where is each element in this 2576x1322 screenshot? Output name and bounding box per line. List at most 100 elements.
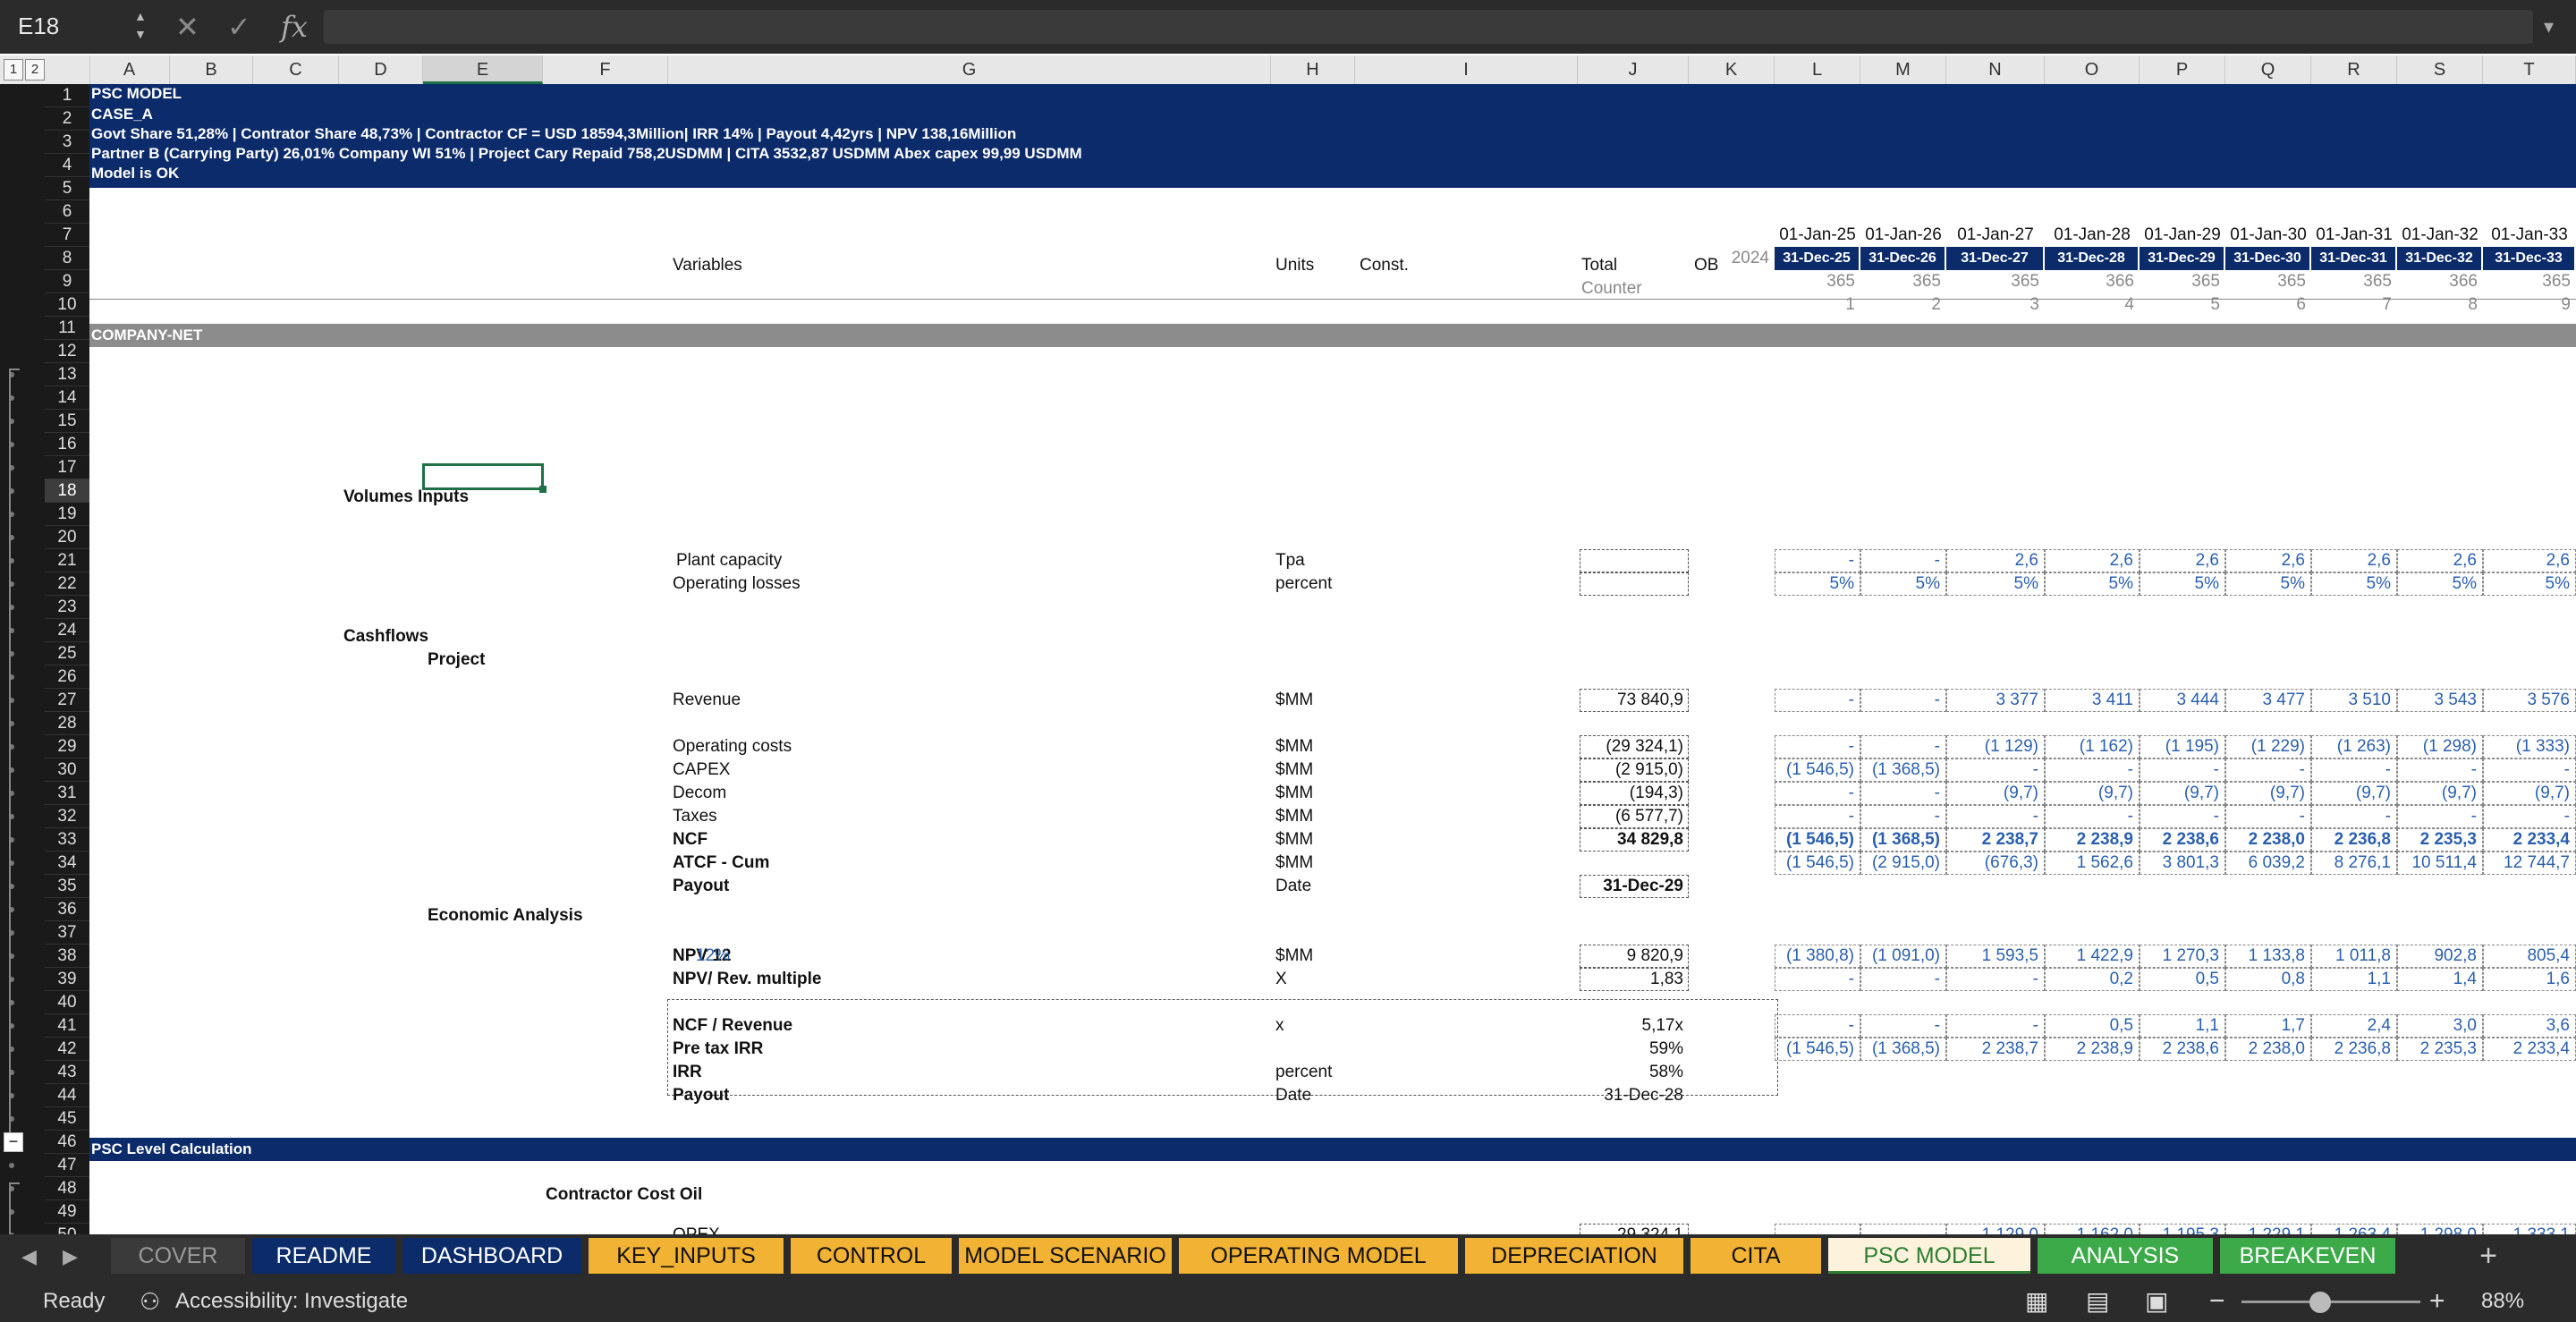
zoom-slider[interactable]: [2241, 1301, 2420, 1303]
enter-icon[interactable]: ✓: [227, 9, 251, 45]
period-value-cell[interactable]: 5%: [2311, 572, 2397, 596]
period-value-cell[interactable]: 1 270,3: [2140, 945, 2225, 968]
period-value-cell[interactable]: -: [1860, 1224, 1946, 1234]
row-header-14[interactable]: 14: [45, 386, 89, 410]
period-value-cell[interactable]: 1 195,3: [2140, 1224, 2225, 1234]
period-value-cell[interactable]: 0,5: [2045, 1014, 2140, 1038]
period-value-cell[interactable]: 0,2: [2045, 968, 2140, 991]
row-header-2[interactable]: 2: [45, 107, 89, 131]
period-value-cell[interactable]: 8 276,1: [2311, 852, 2397, 875]
zoom-level[interactable]: 88%: [2481, 1281, 2524, 1322]
period-value-cell[interactable]: 1 129,0: [1946, 1224, 2045, 1234]
row-header-49[interactable]: 49: [45, 1200, 89, 1224]
period-value-cell[interactable]: -: [1775, 735, 1860, 758]
row-header-39[interactable]: 39: [45, 968, 89, 991]
formula-input[interactable]: [324, 10, 2533, 44]
row-header-8[interactable]: 8: [45, 247, 89, 270]
row-header-20[interactable]: 20: [45, 526, 89, 549]
worksheet-grid[interactable]: PSC MODEL CASE_A Govt Share 51,28% | Con…: [89, 84, 2576, 1234]
period-value-cell[interactable]: (1 368,5): [1860, 758, 1946, 782]
zoom-slider-handle[interactable]: [2309, 1292, 2331, 1313]
row-header-16[interactable]: 16: [45, 433, 89, 456]
row-header-32[interactable]: 32: [45, 805, 89, 828]
period-value-cell[interactable]: 2 236,8: [2311, 1038, 2397, 1061]
period-value-cell[interactable]: 2 233,4: [2483, 828, 2576, 852]
period-value-cell[interactable]: -: [1775, 782, 1860, 805]
period-value-cell[interactable]: 1 298,0: [2397, 1224, 2483, 1234]
row-header-30[interactable]: 30: [45, 758, 89, 782]
period-value-cell[interactable]: 5%: [1860, 572, 1946, 596]
row-header-25[interactable]: 25: [45, 642, 89, 665]
period-value-cell[interactable]: 6 039,2: [2225, 852, 2311, 875]
period-value-cell[interactable]: -: [2483, 805, 2576, 828]
accessibility-status[interactable]: Accessibility: Investigate: [175, 1281, 408, 1322]
period-value-cell[interactable]: 3 801,3: [2140, 852, 2225, 875]
period-value-cell[interactable]: 1 562,6: [2045, 852, 2140, 875]
column-header-g[interactable]: G: [668, 55, 1271, 84]
period-value-cell[interactable]: 2 238,0: [2225, 828, 2311, 852]
period-value-cell[interactable]: -: [2397, 758, 2483, 782]
prev-sheet-icon[interactable]: ◀: [21, 1240, 37, 1274]
row-header-15[interactable]: 15: [45, 410, 89, 433]
period-value-cell[interactable]: -: [1775, 805, 1860, 828]
tab-breakeven[interactable]: BREAKEVEN: [2220, 1238, 2395, 1274]
tab-depreciation[interactable]: DEPRECIATION: [1465, 1238, 1683, 1274]
row-header-42[interactable]: 42: [45, 1038, 89, 1061]
period-value-cell[interactable]: (1 229): [2225, 735, 2311, 758]
period-value-cell[interactable]: (676,3): [1946, 852, 2045, 875]
row-header-40[interactable]: 40: [45, 991, 89, 1014]
column-header-m[interactable]: M: [1860, 55, 1946, 84]
period-value-cell[interactable]: 3,0: [2397, 1014, 2483, 1038]
period-value-cell[interactable]: 2 236,8: [2311, 828, 2397, 852]
period-value-cell[interactable]: 2 238,6: [2140, 1038, 2225, 1061]
tab-readme[interactable]: README: [252, 1238, 395, 1274]
row-header-31[interactable]: 31: [45, 782, 89, 805]
row-header-9[interactable]: 9: [45, 270, 89, 293]
period-value-cell[interactable]: 1 011,8: [2311, 945, 2397, 968]
period-value-cell[interactable]: 2,6: [2311, 549, 2397, 572]
period-value-cell[interactable]: (9,7): [2483, 782, 2576, 805]
zoom-out-icon[interactable]: −: [2209, 1281, 2225, 1322]
period-value-cell[interactable]: 2,6: [2225, 549, 2311, 572]
period-value-cell[interactable]: -: [1860, 968, 1946, 991]
fill-handle[interactable]: [539, 486, 547, 493]
accessibility-icon[interactable]: ⚇: [140, 1281, 160, 1322]
normal-view-icon[interactable]: ▦: [2025, 1281, 2048, 1322]
period-value-cell[interactable]: 3 477: [2225, 689, 2311, 712]
period-value-cell[interactable]: (1 546,5): [1775, 758, 1860, 782]
row-header-11[interactable]: 11: [45, 317, 89, 340]
period-value-cell[interactable]: (9,7): [2045, 782, 2140, 805]
period-value-cell[interactable]: 2 238,7: [1946, 1038, 2045, 1061]
row-header-7[interactable]: 7: [45, 224, 89, 247]
period-value-cell[interactable]: -: [1946, 968, 2045, 991]
column-header-k[interactable]: K: [1689, 55, 1775, 84]
period-value-cell[interactable]: -: [2140, 758, 2225, 782]
column-header-i[interactable]: I: [1355, 55, 1578, 84]
row-header-1[interactable]: 1: [45, 84, 89, 107]
period-value-cell[interactable]: -: [1775, 1224, 1860, 1234]
tab-dashboard[interactable]: DASHBOARD: [402, 1238, 581, 1274]
row-header-12[interactable]: 12: [45, 340, 89, 363]
row-header-4[interactable]: 4: [45, 154, 89, 177]
period-value-cell[interactable]: -: [1860, 1014, 1946, 1038]
period-value-cell[interactable]: -: [2225, 805, 2311, 828]
period-value-cell[interactable]: 1 263,4: [2311, 1224, 2397, 1234]
row-header-21[interactable]: 21: [45, 549, 89, 572]
row-header-41[interactable]: 41: [45, 1014, 89, 1038]
period-value-cell[interactable]: 1 333,1: [2483, 1224, 2576, 1234]
period-value-cell[interactable]: 1 162,0: [2045, 1224, 2140, 1234]
outline-level-2[interactable]: 2: [25, 59, 45, 81]
period-value-cell[interactable]: 2 235,3: [2397, 828, 2483, 852]
period-value-cell[interactable]: (2 915,0): [1860, 852, 1946, 875]
period-value-cell[interactable]: (1 162): [2045, 735, 2140, 758]
row-header-5[interactable]: 5: [45, 177, 89, 200]
row-header-6[interactable]: 6: [45, 200, 89, 224]
period-value-cell[interactable]: 3 444: [2140, 689, 2225, 712]
period-value-cell[interactable]: 2,6: [2140, 549, 2225, 572]
column-header-b[interactable]: B: [170, 55, 253, 84]
period-value-cell[interactable]: 2 238,6: [2140, 828, 2225, 852]
column-header-p[interactable]: P: [2140, 55, 2225, 84]
page-break-view-icon[interactable]: ▣: [2145, 1281, 2168, 1322]
period-value-cell[interactable]: -: [2311, 805, 2397, 828]
period-value-cell[interactable]: 5%: [2140, 572, 2225, 596]
